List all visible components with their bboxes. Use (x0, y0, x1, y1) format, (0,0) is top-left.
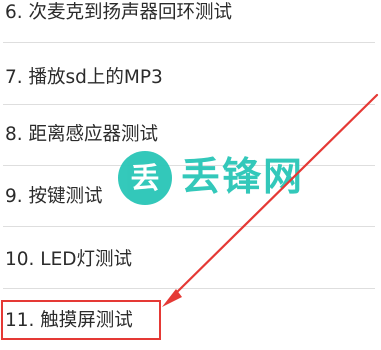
watermark-logo: 丢 丢锋网 (118, 151, 304, 205)
list-item-label: 8. 距离感应器测试 (5, 124, 159, 145)
list-item-label: 6. 次麦克到扬声器回环测试 (5, 2, 233, 23)
list-item-label: 10. LED灯测试 (5, 249, 133, 270)
divider (3, 288, 375, 289)
divider (3, 42, 375, 43)
list-item-proximity-sensor-test[interactable]: 8. 距离感应器测试 (3, 124, 375, 146)
watermark-text: 丢锋网 (181, 155, 305, 200)
watermark-icon: 丢 (118, 151, 172, 205)
list-item-mic-speaker-loopback-test[interactable]: 6. 次麦克到扬声器回环测试 (3, 2, 375, 24)
list-item-play-sd-mp3[interactable]: 7. 播放sd上的MP3 (3, 67, 375, 89)
list-item-label: 7. 播放sd上的MP3 (5, 67, 163, 88)
highlight-box (1, 300, 161, 340)
divider (3, 226, 375, 227)
list-item-led-test[interactable]: 10. LED灯测试 (3, 249, 375, 271)
divider (3, 104, 375, 105)
list-item-label: 9. 按键测试 (5, 186, 103, 207)
